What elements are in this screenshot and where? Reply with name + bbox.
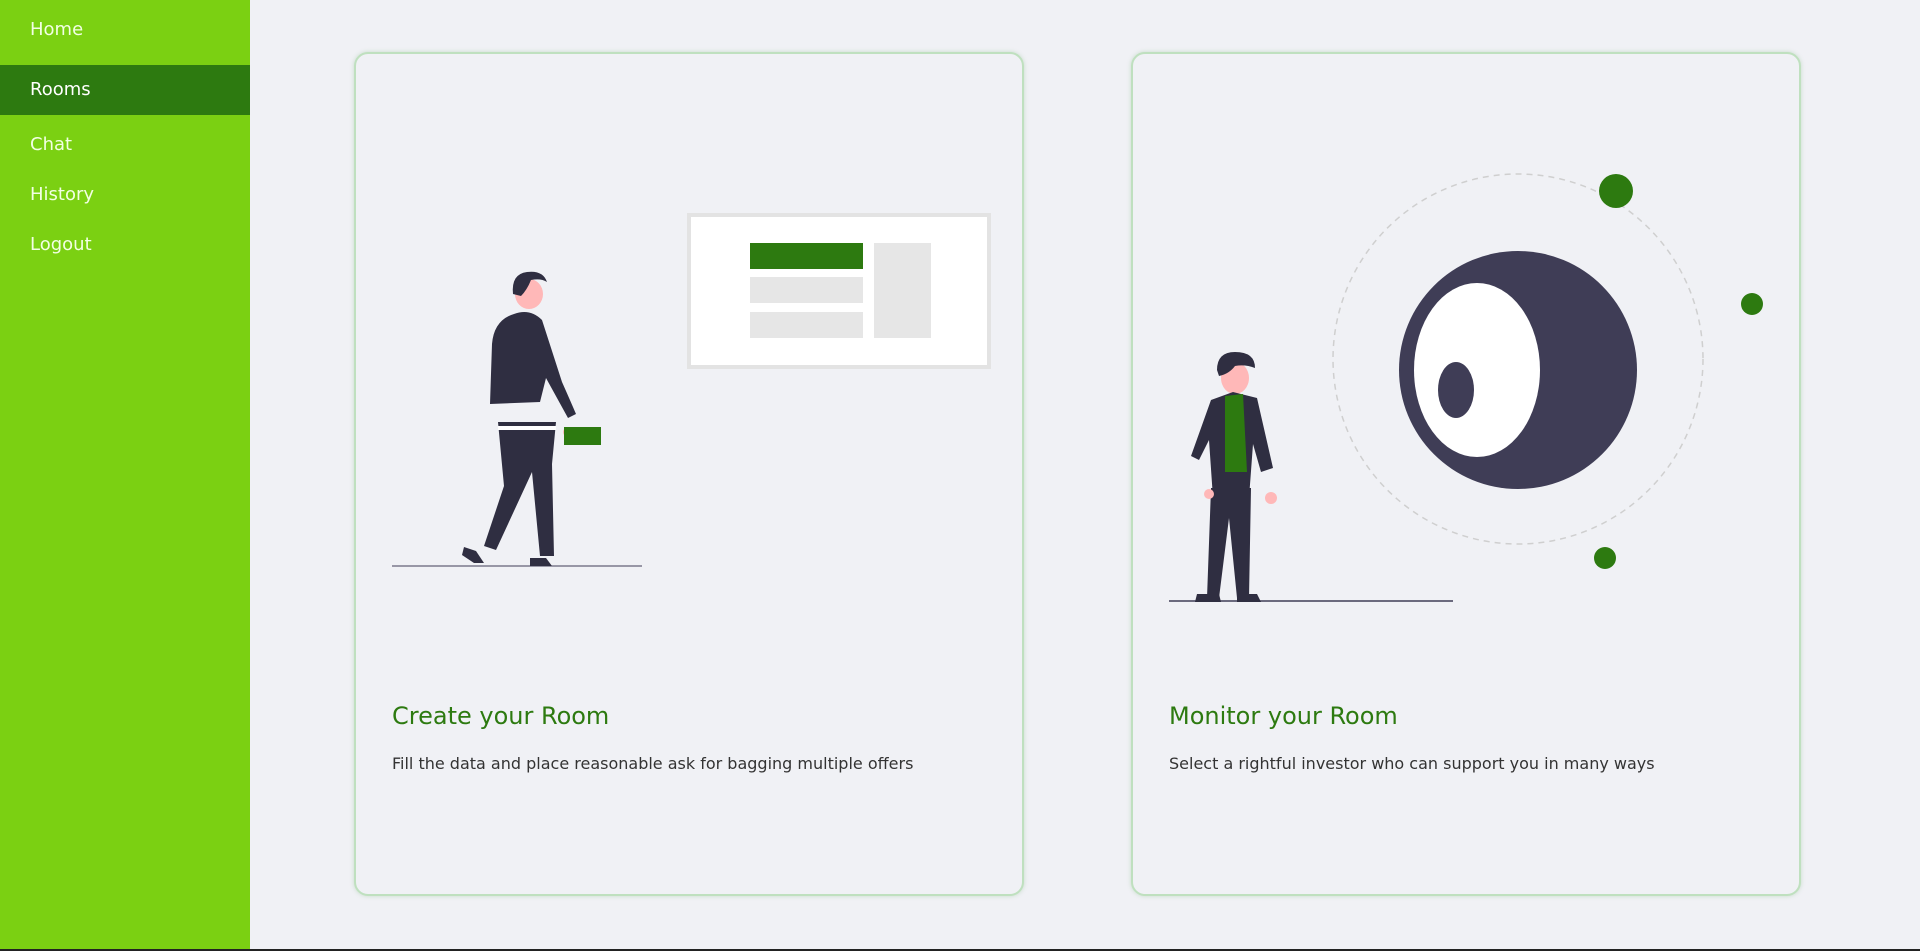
card-description: Fill the data and place reasonable ask f… [392,754,914,773]
sidebar-item-home[interactable]: Home [0,0,250,50]
monitor-room-illustration [1169,173,1763,602]
create-room-card[interactable]: Create your Room Fill the data and place… [354,52,1024,896]
sidebar-item-chat[interactable]: Chat [0,115,250,165]
sidebar: Home Rooms Chat History Logout [0,0,250,949]
card-title: Create your Room [392,702,610,730]
person-standing-figure [1191,352,1277,602]
monitor-room-card[interactable]: Monitor your Room Select a rightful inve… [1131,52,1801,896]
create-room-illustration [392,213,991,567]
sidebar-item-history[interactable]: History [0,165,250,215]
card-title: Monitor your Room [1169,702,1398,730]
person-walking-figure [462,271,601,566]
card-description: Select a rightful investor who can suppo… [1169,754,1655,773]
sidebar-item-rooms[interactable]: Rooms [0,65,250,115]
sidebar-item-logout[interactable]: Logout [0,215,250,265]
